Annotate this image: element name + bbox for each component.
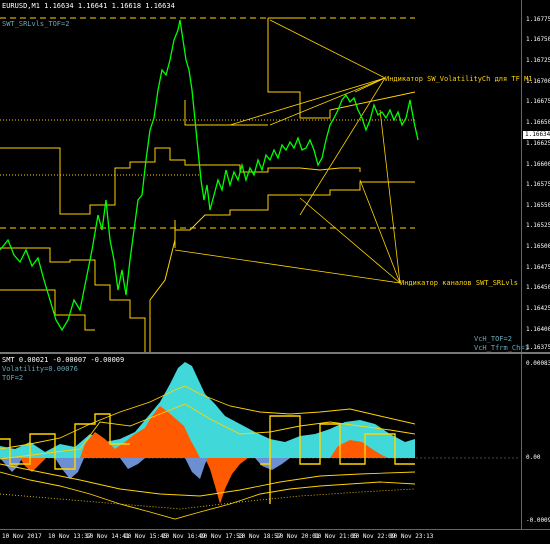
level-lines-dotted [0, 119, 415, 176]
price-tick: 1.16600 [526, 161, 550, 168]
time-tick: 10 Nov 21:05 [314, 533, 358, 540]
osc-tick-bottom: -0.00097 [526, 517, 550, 524]
time-tick: 10 Nov 2017 [2, 533, 42, 540]
osc-tick-top: 0.00083 [526, 360, 550, 367]
corner-label-vch: VcH_TOF=2 [474, 335, 512, 343]
price-tick: 1.16725 [526, 57, 550, 64]
price-tick: 1.16475 [526, 264, 550, 271]
annotation-volatility: Индикатор SW_VolatilityCh для TF M1 [385, 75, 533, 83]
time-tick: 10 Nov 20:01 [276, 533, 320, 540]
current-price-marker: 1.16634 [523, 131, 550, 139]
annotation-pointer-lines [174, 19, 401, 284]
tof-label: TOF=2 [2, 374, 24, 382]
oscillator-canvas[interactable] [0, 354, 520, 529]
time-tick: 10 Nov 23:13 [390, 533, 434, 540]
time-tick: 10 Nov 13:37 [48, 533, 92, 540]
time-tick: 10 Nov 17:53 [200, 533, 244, 540]
price-tick: 1.16375 [526, 344, 550, 351]
time-tick: 10 Nov 15:45 [124, 533, 168, 540]
main-chart-canvas[interactable] [0, 0, 520, 352]
time-axis[interactable]: 10 Nov 2017 10 Nov 13:37 10 Nov 14:41 10… [0, 529, 550, 544]
price-tick: 1.16525 [526, 222, 550, 229]
price-tick: 1.16750 [526, 36, 550, 43]
time-tick: 10 Nov 16:49 [162, 533, 206, 540]
price-line [0, 19, 419, 332]
price-tick: 1.16425 [526, 305, 550, 312]
price-tick: 1.16775 [526, 16, 550, 23]
blue-area [0, 458, 290, 479]
price-tick: 1.16625 [526, 140, 550, 147]
indicator-label: SWT_SRLvls_TOF=2 [2, 20, 70, 28]
price-tick: 1.16550 [526, 202, 550, 209]
price-axis[interactable]: 1.16775 1.16750 1.16725 1.16700 1.16675 … [521, 0, 550, 352]
time-tick: 10 Nov 14:41 [86, 533, 130, 540]
price-tick: 1.16500 [526, 243, 550, 250]
oscillator-signal-line [0, 488, 416, 510]
price-tick: 1.16700 [526, 78, 550, 85]
price-tick: 1.16675 [526, 98, 550, 105]
price-tick: 1.16650 [526, 119, 550, 126]
osc-tick-zero: 0.00 [526, 454, 541, 461]
price-tick: 1.16400 [526, 326, 550, 333]
level-lines-dashed [0, 17, 415, 229]
main-chart-header: EURUSD,M1 1.16634 1.16641 1.16618 1.1663… [2, 2, 175, 10]
price-tick: 1.16450 [526, 284, 550, 291]
oscillator-axis[interactable]: 0.00083 0.00 -0.00097 [521, 354, 550, 529]
time-tick: 10 Nov 18:57 [238, 533, 282, 540]
annotation-channels: Индикатор каналов SWT_SRLvls [400, 279, 519, 287]
oscillator-header: SMT 0.00021 -0.00007 -0.00009 [2, 356, 125, 364]
price-tick: 1.16575 [526, 181, 550, 188]
time-tick: 10 Nov 22:09 [352, 533, 396, 540]
volatility-label: Volatility=0.00076 [2, 365, 78, 373]
